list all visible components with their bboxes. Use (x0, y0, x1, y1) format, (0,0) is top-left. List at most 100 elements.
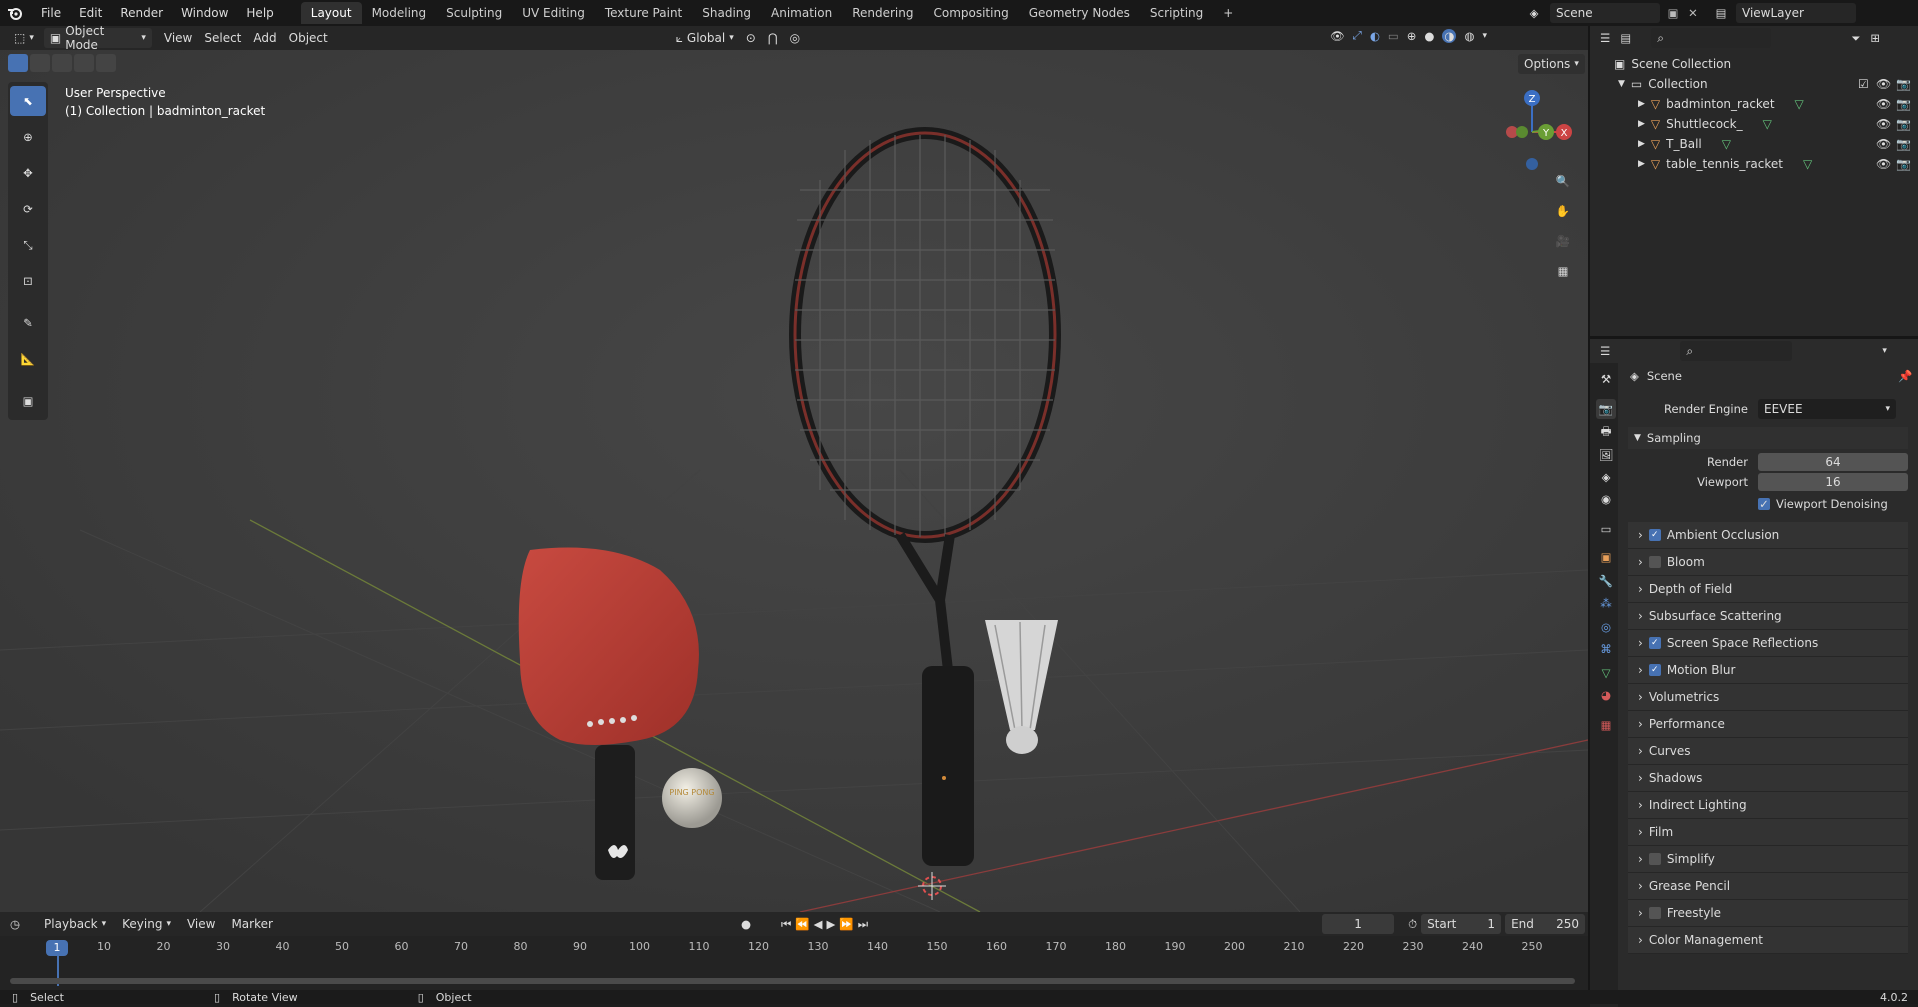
pivot-dropdown[interactable]: ⊙ (740, 28, 762, 48)
select-intersect-icon[interactable] (96, 54, 116, 72)
camera-icon[interactable]: 📷 (1896, 157, 1911, 171)
rendered-shading-icon[interactable]: ◍ (1464, 29, 1474, 43)
checkbox-icon[interactable]: ✓ (1648, 529, 1661, 541)
measure-tool[interactable]: 📐 (10, 344, 46, 374)
timeline-editor-icon[interactable]: ◷ (10, 917, 20, 931)
select-invert-icon[interactable] (74, 54, 94, 72)
neg-z-icon[interactable] (1526, 158, 1538, 170)
orientation-dropdown[interactable]: ⟀ Global ▾ (670, 28, 740, 48)
menu-edit[interactable]: Edit (70, 0, 111, 26)
wireframe-shading-icon[interactable]: ⊕ (1407, 29, 1417, 43)
editor-type-dropdown[interactable]: ⬚ ▾ (8, 28, 40, 48)
chevron-down-icon[interactable]: ▾ (1483, 31, 1488, 41)
grid-perspective-icon[interactable]: ▦ (1550, 258, 1576, 284)
filter-icon[interactable]: ⏷ (1851, 31, 1860, 46)
panel-header[interactable]: › Film (1628, 819, 1908, 846)
expand-arrow-icon[interactable]: ▶ (1638, 159, 1645, 169)
menu-window[interactable]: Window (172, 0, 237, 26)
tab-uv-editing[interactable]: UV Editing (512, 2, 595, 24)
panel-header[interactable]: › ✓ Motion Blur (1628, 657, 1908, 684)
outliner-search-input[interactable]: ⌕ (1651, 28, 1772, 48)
chevron-down-icon[interactable]: ▾ (1882, 346, 1887, 356)
outliner-scene-collection[interactable]: ▣ Scene Collection (1590, 54, 1918, 74)
properties-search-input[interactable]: ⌕ (1680, 341, 1793, 361)
checkbox-icon[interactable]: ☑ (1858, 77, 1869, 91)
zoom-icon[interactable]: 🔍 (1550, 168, 1576, 194)
pan-hand-icon[interactable]: ✋ (1550, 198, 1576, 224)
panel-header[interactable]: › ✓ Ambient Occlusion (1628, 522, 1908, 549)
overlay-icon[interactable]: ◐ (1370, 29, 1380, 43)
view-layer-icon[interactable]: ▤ (1712, 6, 1730, 20)
eye-icon[interactable]: 👁 (1876, 77, 1891, 91)
eye-icon[interactable]: 👁 (1876, 117, 1891, 131)
checkbox-icon[interactable]: ✓ (1648, 637, 1661, 649)
panel-header[interactable]: › Bloom (1628, 549, 1908, 576)
panel-header[interactable]: › Color Management (1628, 927, 1908, 954)
scene-tab-icon[interactable]: ◈ (1596, 467, 1616, 487)
render-engine-dropdown[interactable]: EEVEE ▾ (1758, 399, 1896, 419)
menu-render[interactable]: Render (111, 0, 172, 26)
menu-view[interactable]: View (158, 28, 198, 48)
select-new-icon[interactable] (8, 54, 28, 72)
panel-header[interactable]: › Indirect Lighting (1628, 792, 1908, 819)
camera-icon[interactable]: 🎥 (1550, 228, 1576, 254)
marker-menu[interactable]: Marker (225, 914, 278, 934)
menu-object[interactable]: Object (283, 28, 334, 48)
outliner-item-badminton-racket[interactable]: ▶ ▽ badminton_racket ▽ 👁 📷 (1590, 94, 1918, 114)
checkbox-icon[interactable] (1648, 556, 1661, 568)
timeline-view-menu[interactable]: View (181, 914, 221, 934)
annotate-tool[interactable]: ✎ (10, 308, 46, 338)
select-extend-icon[interactable] (30, 54, 50, 72)
outliner-collection[interactable]: ▼ ▭ Collection ☑ 👁 📷 (1590, 74, 1918, 94)
eye-icon[interactable]: 👁 (1876, 137, 1891, 151)
scene-icon[interactable]: ◈ (1524, 6, 1544, 20)
select-box-tool[interactable]: ⬉ (10, 86, 46, 116)
delete-scene-icon[interactable]: ✕ (1686, 6, 1700, 20)
eye-icon[interactable]: 👁 (1876, 97, 1891, 111)
menu-file[interactable]: File (32, 0, 70, 26)
solid-shading-icon[interactable]: ● (1424, 29, 1434, 43)
current-frame-field[interactable]: 1 (1322, 914, 1395, 934)
next-keyframe-icon[interactable]: ⏩ (839, 917, 853, 931)
panel-header[interactable]: › Grease Pencil (1628, 873, 1908, 900)
checkbox-icon[interactable] (1648, 907, 1661, 919)
cursor-tool[interactable]: ⊕ (10, 122, 46, 152)
outliner-item-t-ball[interactable]: ▶ ▽ T_Ball ▽ 👁 📷 (1590, 134, 1918, 154)
tab-shading[interactable]: Shading (692, 2, 761, 24)
playback-menu[interactable]: Playback ▾ (38, 914, 112, 934)
new-collection-icon[interactable]: ⊞ (1870, 31, 1880, 45)
panel-header[interactable]: › Performance (1628, 711, 1908, 738)
camera-icon[interactable]: 📷 (1896, 77, 1911, 91)
select-subtract-icon[interactable] (52, 54, 72, 72)
tool-tab-icon[interactable]: ⚒ (1596, 369, 1616, 389)
output-tab-icon[interactable]: 🖶 (1596, 423, 1616, 443)
end-frame-field[interactable]: End 250 (1505, 914, 1586, 934)
display-mode-icon[interactable]: ▤ (1620, 31, 1631, 45)
menu-help[interactable]: Help (237, 0, 282, 26)
checkbox-icon[interactable]: ✓ (1758, 497, 1770, 511)
move-tool[interactable]: ✥ (10, 158, 46, 188)
blender-logo-icon[interactable] (0, 0, 30, 26)
new-scene-icon[interactable]: ▣ (1666, 6, 1680, 20)
panel-header[interactable]: › Subsurface Scattering (1628, 603, 1908, 630)
camera-icon[interactable]: 📷 (1896, 97, 1911, 111)
tab-animation[interactable]: Animation (761, 2, 842, 24)
rotate-tool[interactable]: ⟳ (10, 194, 46, 224)
mesh-data-icon[interactable]: ▽ (1803, 157, 1812, 171)
material-shading-icon[interactable]: ◑ (1442, 28, 1457, 43)
eye-icon[interactable]: 👁 (1876, 157, 1891, 171)
camera-icon[interactable]: 📷 (1896, 137, 1911, 151)
panel-header[interactable]: › ✓ Screen Space Reflections (1628, 630, 1908, 657)
expand-arrow-icon[interactable]: ▶ (1638, 139, 1645, 149)
tab-geometry-nodes[interactable]: Geometry Nodes (1019, 2, 1140, 24)
gizmo-icon[interactable]: ⤢ (1353, 28, 1362, 43)
mode-dropdown[interactable]: ▣ Object Mode ▾ (43, 24, 152, 52)
view-layer-tab-icon[interactable]: 🖼 (1596, 445, 1616, 465)
pin-icon[interactable]: 📌 (1898, 369, 1912, 383)
tab-texture-paint[interactable]: Texture Paint (595, 2, 692, 24)
expand-arrow-icon[interactable]: ▶ (1638, 99, 1645, 109)
outliner-item-shuttlecock[interactable]: ▶ ▽ Shuttlecock_ ▽ 👁 📷 (1590, 114, 1918, 134)
start-frame-field[interactable]: Start 1 (1421, 914, 1502, 934)
outliner-item-table-tennis-racket[interactable]: ▶ ▽ table_tennis_racket ▽ 👁 📷 (1590, 154, 1918, 174)
3d-viewport[interactable]: PING PONG ⬉ ⊕ ✥ ⟳ ⤡ ⊡ ✎ 📐 ▣ User Perspec… (0, 50, 1588, 912)
